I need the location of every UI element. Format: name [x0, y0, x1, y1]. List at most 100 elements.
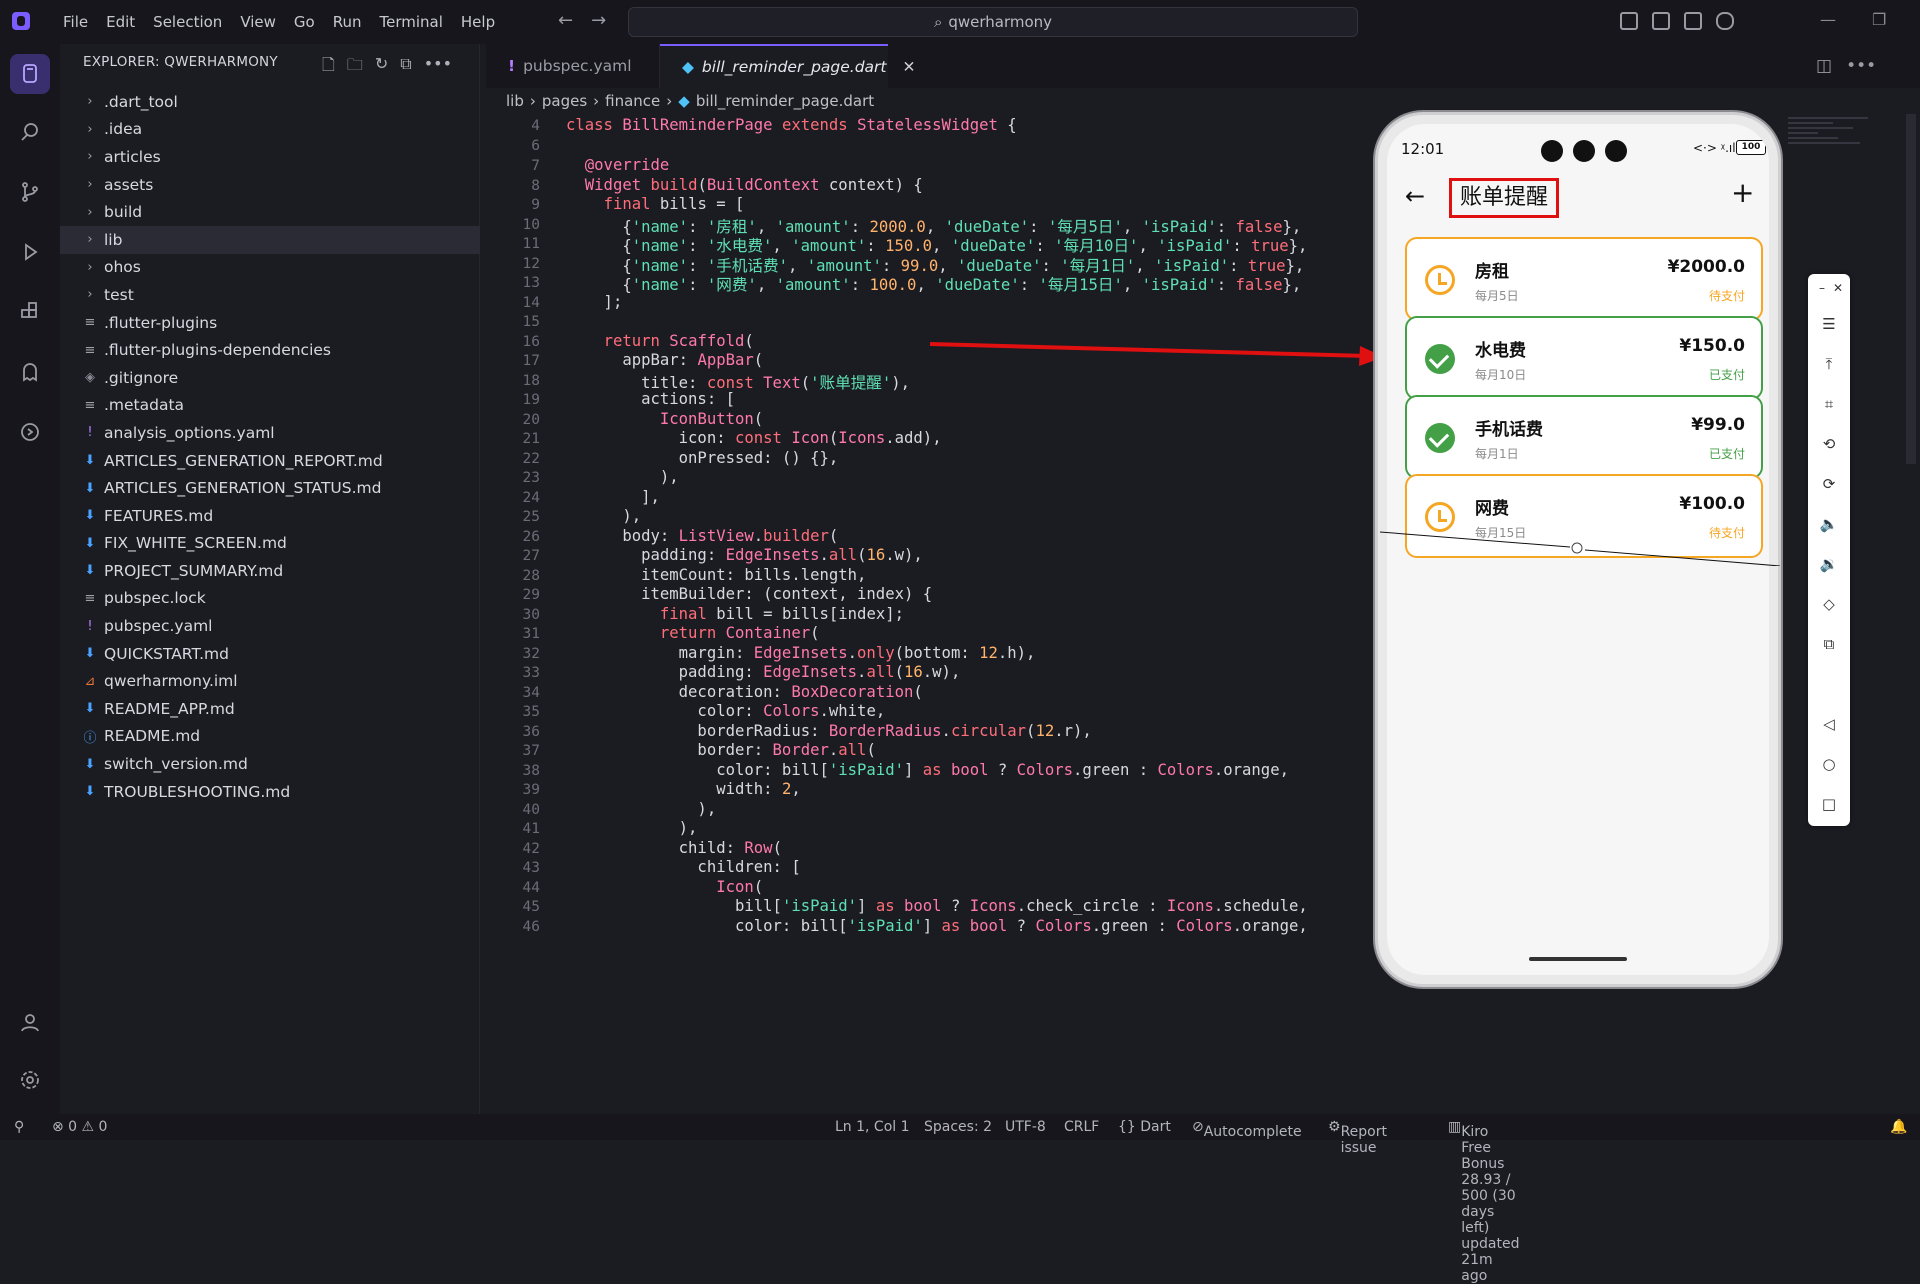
file-encoding[interactable]: UTF-8	[1005, 1119, 1046, 1135]
language-mode[interactable]: {} Dart	[1118, 1119, 1171, 1135]
add-icon[interactable]: +	[1731, 176, 1754, 209]
autocomplete-status[interactable]: ⊘ Autocomplete	[1192, 1119, 1302, 1140]
indent-spaces[interactable]: Spaces: 2	[924, 1119, 992, 1135]
new-file-icon[interactable]: 🗋	[322, 54, 335, 81]
file-tree-item[interactable]: ≡ pubspec.lock	[60, 585, 480, 613]
remote-activity[interactable]	[10, 412, 50, 452]
menu-terminal[interactable]: Terminal	[371, 13, 452, 31]
file-tree-item[interactable]: ≡ .flutter-plugins	[60, 309, 480, 337]
tab-pubspec-yaml[interactable]: ! pubspec.yaml	[486, 44, 660, 88]
breadcrumb-item[interactable]: lib	[506, 92, 524, 110]
file-tree-item[interactable]: › .idea	[60, 116, 480, 144]
layout-grid-icon[interactable]	[1620, 12, 1638, 30]
file-tree-item[interactable]: ⬇ FIX_WHITE_SCREEN.md	[60, 530, 480, 558]
file-tree-item[interactable]: ⬇ README_APP.md	[60, 695, 480, 723]
activity-bar	[0, 44, 60, 1114]
nav-back-icon[interactable]: ◁	[1819, 714, 1839, 734]
toggle-sidebar-icon[interactable]	[1652, 12, 1670, 30]
rotate-right-icon[interactable]: ⟳	[1819, 474, 1839, 494]
file-tree-item[interactable]: › ohos	[60, 254, 480, 282]
more-icon[interactable]: •••	[424, 54, 452, 81]
extensions-activity[interactable]	[10, 292, 50, 332]
editor-scrollbar[interactable]	[1906, 114, 1916, 464]
file-tree-item[interactable]: › build	[60, 198, 480, 226]
crop-icon[interactable]: ⌗	[1819, 394, 1839, 414]
more-actions-icon[interactable]: •••	[1846, 56, 1876, 76]
close-icon[interactable]: ✕	[1828, 278, 1848, 298]
menu-help[interactable]: Help	[452, 13, 504, 31]
file-tree-item[interactable]: › lib	[60, 225, 480, 254]
shake-icon[interactable]: ◇	[1819, 594, 1839, 614]
menu-icon[interactable]: ☰	[1819, 314, 1839, 334]
remote-status-icon[interactable]: ⚲	[14, 1119, 24, 1135]
file-tree-item[interactable]: ⬇ QUICKSTART.md	[60, 640, 480, 668]
notifications-icon[interactable]: 🔔	[1890, 1119, 1907, 1135]
file-tree-item[interactable]: ⬇ FEATURES.md	[60, 502, 480, 530]
problems-count[interactable]: ⊗ 0 ⚠ 0	[52, 1119, 107, 1135]
file-tree-item[interactable]: ⊿ qwerharmony.iml	[60, 667, 480, 695]
file-tree-item[interactable]: ⬇ PROJECT_SUMMARY.md	[60, 557, 480, 585]
file-tree-item[interactable]: ! pubspec.yaml	[60, 612, 480, 640]
command-search[interactable]: ⌕ qwerharmony	[628, 7, 1358, 37]
bill-card[interactable]: 手机话费 每月1日 ¥99.0 已支付	[1405, 395, 1763, 479]
breadcrumb-item[interactable]: finance	[605, 92, 660, 110]
file-tree-item[interactable]: ⬇ ARTICLES_GENERATION_STATUS.md	[60, 474, 480, 502]
new-folder-icon[interactable]: 🗀	[347, 54, 363, 81]
refresh-icon[interactable]: ↻	[375, 54, 388, 81]
menu-view[interactable]: View	[231, 13, 285, 31]
file-tree-item[interactable]: ! analysis_options.yaml	[60, 419, 480, 447]
collapse-all-icon[interactable]: ⧉	[400, 54, 411, 81]
forward-arrow-icon[interactable]: →	[591, 10, 606, 31]
explorer-activity[interactable]	[10, 54, 50, 94]
rotate-left-icon[interactable]: ⟲	[1819, 434, 1839, 454]
settings-activity[interactable]	[10, 1060, 50, 1100]
tab-bill-reminder-page[interactable]: ◆ bill_reminder_page.dart ✕	[660, 44, 916, 88]
pin-icon[interactable]: ⤒	[1819, 354, 1839, 374]
back-arrow-icon[interactable]: ←	[1405, 182, 1425, 210]
screenshot-icon[interactable]: ⧉	[1819, 634, 1839, 654]
menu-selection[interactable]: Selection	[144, 13, 231, 31]
kiro-activity[interactable]	[10, 352, 50, 392]
back-arrow-icon[interactable]: ←	[558, 10, 573, 31]
file-tree-item[interactable]: › .dart_tool	[60, 88, 480, 116]
volume-up-icon[interactable]: 🔈	[1819, 514, 1839, 534]
run-debug-activity[interactable]	[10, 232, 50, 272]
file-tree-item[interactable]: ⓘ README.md	[60, 723, 480, 751]
menu-go[interactable]: Go	[285, 13, 324, 31]
split-editor-icon[interactable]: ◫	[1816, 56, 1832, 76]
nav-recent-icon[interactable]: □	[1819, 794, 1839, 814]
bill-card[interactable]: 房租 每月5日 ¥2000.0 待支付	[1405, 237, 1763, 321]
report-issue[interactable]: ⚙ Report issue	[1328, 1119, 1387, 1156]
minimize-icon[interactable]: —	[1820, 10, 1836, 29]
file-tree-item[interactable]: ⬇ switch_version.md	[60, 750, 480, 778]
close-tab-icon[interactable]: ✕	[903, 58, 916, 76]
minimap[interactable]	[1788, 114, 1878, 214]
file-tree-item[interactable]: ⬇ TROUBLESHOOTING.md	[60, 778, 480, 806]
bill-card[interactable]: 水电费 每月10日 ¥150.0 已支付	[1405, 316, 1763, 400]
line-number: 32	[522, 646, 540, 662]
breadcrumb-item[interactable]: bill_reminder_page.dart	[696, 92, 874, 110]
line-ending[interactable]: CRLF	[1064, 1119, 1099, 1135]
file-tree-item[interactable]: ≡ .metadata	[60, 392, 480, 420]
file-tree-item[interactable]: ⬇ ARTICLES_GENERATION_REPORT.md	[60, 447, 480, 475]
breadcrumb-item[interactable]: pages	[542, 92, 587, 110]
file-tree-item[interactable]: › test	[60, 281, 480, 309]
menu-edit[interactable]: Edit	[97, 13, 144, 31]
search-activity[interactable]	[10, 112, 50, 152]
account-activity[interactable]	[10, 1002, 50, 1042]
cursor-position[interactable]: Ln 1, Col 1	[835, 1119, 910, 1135]
file-tree-item[interactable]: ◈ .gitignore	[60, 364, 480, 392]
kiro-bonus[interactable]: ▥ Kiro Free Bonus 28.93 / 500 (30 days l…	[1448, 1119, 1519, 1284]
toggle-panel-icon[interactable]	[1684, 12, 1702, 30]
menu-run[interactable]: Run	[324, 13, 371, 31]
volume-down-icon[interactable]: 🔉	[1819, 554, 1839, 574]
source-control-activity[interactable]	[10, 172, 50, 212]
chat-icon[interactable]	[1716, 12, 1734, 30]
file-tree-item[interactable]: › articles	[60, 143, 480, 171]
home-indicator[interactable]	[1529, 957, 1627, 961]
menu-file[interactable]: File	[54, 13, 97, 31]
file-tree-item[interactable]: ≡ .flutter-plugins-dependencies	[60, 336, 480, 364]
maximize-icon[interactable]: ❐	[1872, 10, 1886, 29]
file-tree-item[interactable]: › assets	[60, 171, 480, 199]
nav-home-icon[interactable]: ○	[1819, 754, 1839, 774]
